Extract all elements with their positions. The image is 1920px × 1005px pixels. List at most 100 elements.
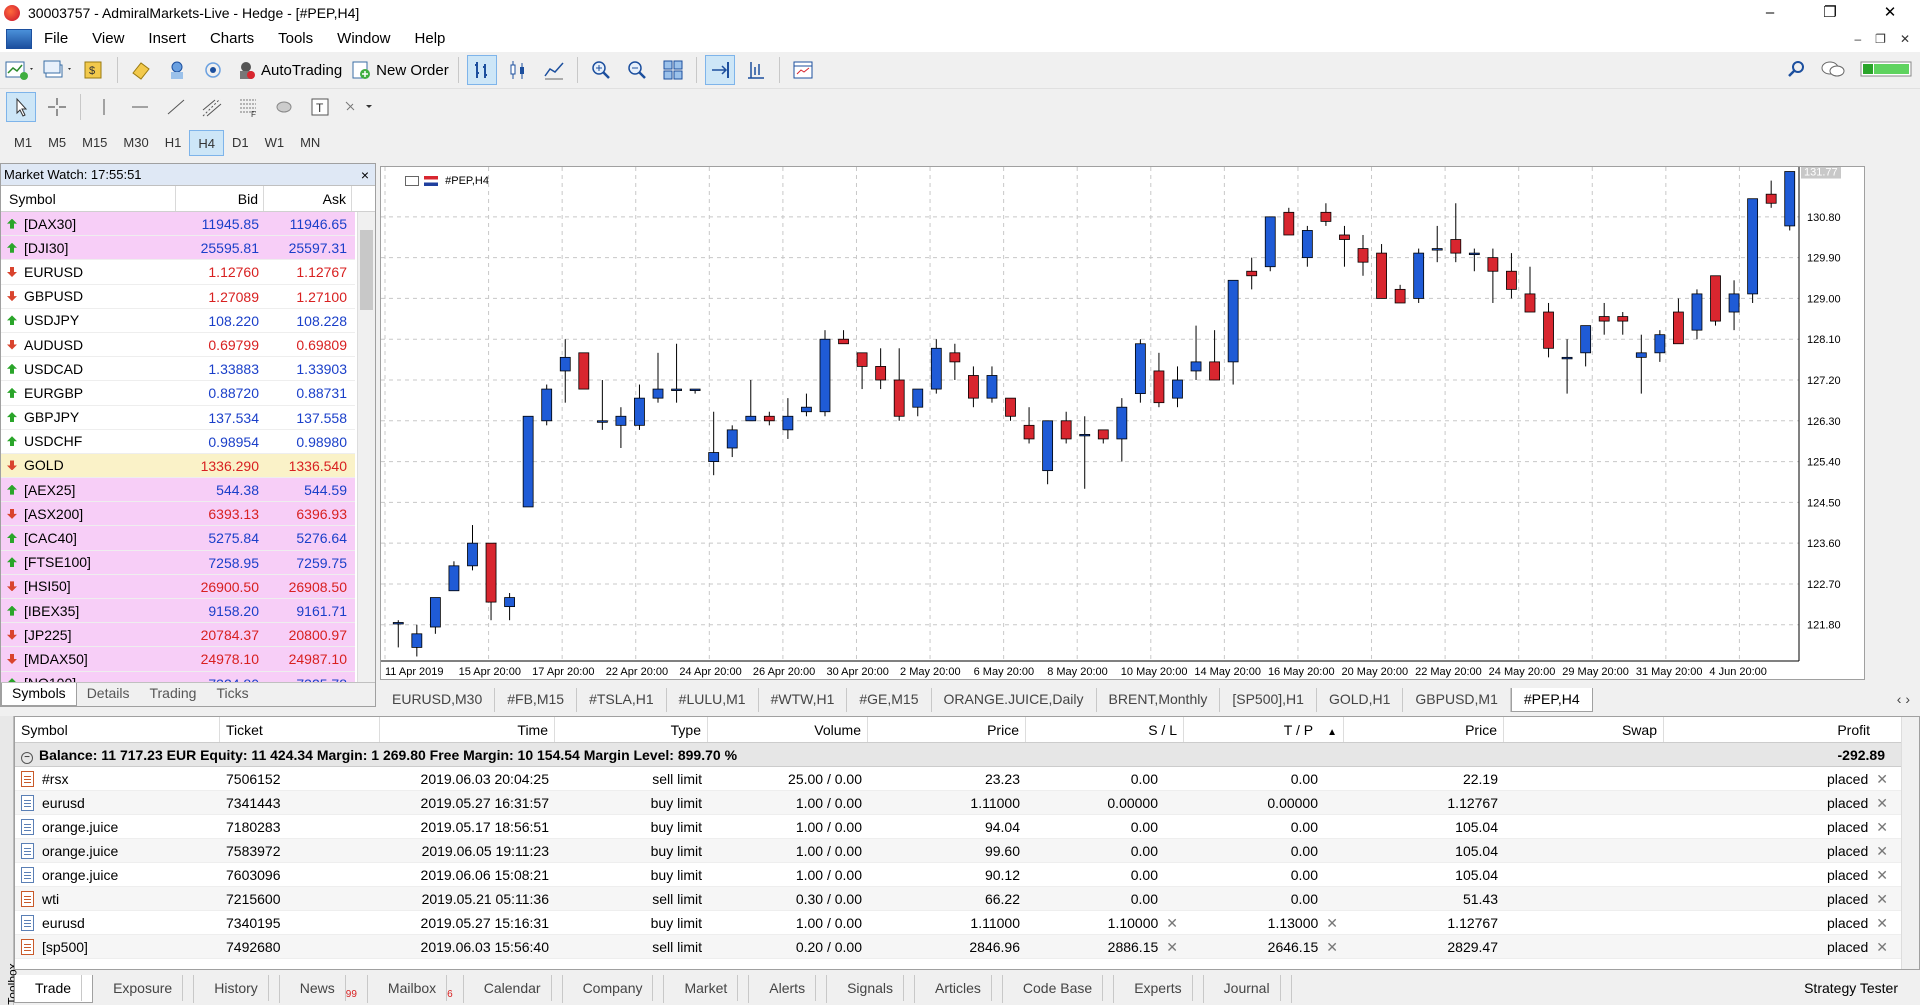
delete-order-icon[interactable]: ✕ xyxy=(1876,939,1888,955)
zoom-out-icon[interactable] xyxy=(622,55,652,85)
delete-order-icon[interactable]: ✕ xyxy=(1876,867,1888,883)
chart-window[interactable]: #PEP,H4 130.80 129.90 129.00 128.10 127.20 12… xyxy=(380,164,1865,680)
navigator-icon[interactable] xyxy=(162,55,192,85)
market-watch-row[interactable]: [HSI50] 26900.50 26908.50 xyxy=(1,574,355,599)
order-tp[interactable]: 2646.15 ✕ xyxy=(1184,935,1344,958)
market-watch-row[interactable]: [JP225] 20784.37 20800.97 xyxy=(1,623,355,648)
signals-icon[interactable] xyxy=(198,55,228,85)
menu-app-icon[interactable] xyxy=(6,29,32,49)
bar-chart-icon[interactable] xyxy=(466,55,497,85)
order-tp[interactable]: 0.00 xyxy=(1184,887,1344,910)
trendline-icon[interactable] xyxy=(161,92,191,122)
mdi-minimize-button[interactable]: – xyxy=(1854,32,1861,46)
terminal-scrollbar[interactable] xyxy=(1901,717,1919,969)
terminal-tab-trade[interactable]: Trade xyxy=(14,975,94,1003)
price-chart[interactable]: 130.80 129.90 129.00 128.10 127.20 126.30 125.… xyxy=(381,164,1864,679)
timeframe-m30[interactable]: M30 xyxy=(115,130,156,156)
market-watch-row[interactable]: GOLD 1336.290 1336.540 xyxy=(1,453,355,479)
order-sl[interactable]: 2886.15 ✕ xyxy=(1026,935,1184,958)
chart-tab[interactable]: [SP500],H1 xyxy=(1220,688,1317,712)
new-chart-button[interactable] xyxy=(3,55,35,85)
order-row[interactable]: orange.juice 7603096 2019.06.06 15:08:21… xyxy=(15,863,1919,887)
horizontal-line-icon[interactable] xyxy=(125,92,155,122)
order-tp[interactable]: 1.13000 ✕ xyxy=(1184,911,1344,934)
market-watch-row[interactable]: [IBEX35] 9158.20 9161.71 xyxy=(1,599,355,624)
search-icon[interactable] xyxy=(1786,59,1806,82)
order-sl[interactable]: 0.00 xyxy=(1026,887,1184,910)
fibonacci-icon[interactable]: F xyxy=(233,92,263,122)
equidistant-channel-icon[interactable] xyxy=(197,92,227,122)
terminal-tab-articles[interactable]: Articles xyxy=(915,975,1003,1003)
remove-tp-icon[interactable]: ✕ xyxy=(1326,915,1338,931)
terminal-tab-alerts[interactable]: Alerts xyxy=(749,975,828,1003)
line-chart-icon[interactable] xyxy=(539,55,569,85)
order-row[interactable]: #rsx 7506152 2019.06.03 20:04:25 sell li… xyxy=(15,767,1919,791)
header-ask[interactable]: Ask xyxy=(264,186,352,211)
chart-tab[interactable]: #GE,M15 xyxy=(847,688,932,712)
market-watch-row[interactable]: USDJPY 108.220 108.228 xyxy=(1,309,355,333)
menu-window[interactable]: Window xyxy=(325,26,402,52)
market-watch-close-button[interactable]: × xyxy=(361,164,369,186)
timeframe-h1[interactable]: H1 xyxy=(157,130,190,156)
terminal-tab-exposure[interactable]: Exposure xyxy=(93,975,195,1003)
terminal-tab-company[interactable]: Company xyxy=(563,975,665,1003)
market-watch-row[interactable]: USDCAD 1.33883 1.33903 xyxy=(1,357,355,382)
chart-tab[interactable]: GOLD,H1 xyxy=(1317,688,1404,712)
remove-tp-icon[interactable]: ✕ xyxy=(1326,939,1338,955)
chart-tab[interactable]: #TSLA,H1 xyxy=(577,688,667,712)
market-watch-row[interactable]: GBPUSD 1.27089 1.27100 xyxy=(1,285,355,309)
remove-sl-icon[interactable]: ✕ xyxy=(1166,939,1178,955)
timeframe-w1[interactable]: W1 xyxy=(257,130,293,156)
col-type[interactable]: Type xyxy=(555,717,708,742)
market-watch-row[interactable]: [MDAX50] 24978.10 24987.10 xyxy=(1,647,355,672)
order-row[interactable]: eurusd 7340195 2019.05.27 15:16:31 buy l… xyxy=(15,911,1919,935)
chart-tab[interactable]: ORANGE.JUICE,Daily xyxy=(932,688,1097,712)
market-watch-toggle-icon[interactable]: $ xyxy=(79,55,109,85)
chat-icon[interactable] xyxy=(1820,59,1846,82)
order-sl[interactable]: 0.00 xyxy=(1026,767,1184,790)
delete-order-icon[interactable]: ✕ xyxy=(1876,795,1888,811)
delete-order-icon[interactable]: ✕ xyxy=(1876,891,1888,907)
toolbox-sidebar[interactable]: Toolbox xyxy=(0,716,20,1005)
tab-details[interactable]: Details xyxy=(77,683,140,706)
terminal-tab-experts[interactable]: Experts xyxy=(1114,975,1204,1003)
terminal-tab-mailbox[interactable]: Mailbox 6 xyxy=(368,975,464,1003)
shapes-icon[interactable] xyxy=(269,92,299,122)
scrollbar-thumb[interactable] xyxy=(360,230,373,310)
strategy-tester-button[interactable]: Strategy Tester xyxy=(1794,975,1920,1003)
delete-order-icon[interactable]: ✕ xyxy=(1876,819,1888,835)
timeframe-m1[interactable]: M1 xyxy=(6,130,40,156)
order-sl[interactable]: 0.00 xyxy=(1026,839,1184,862)
col-sl[interactable]: S / L xyxy=(1026,717,1184,742)
chart-tab[interactable]: GBPUSD,M1 xyxy=(1403,688,1511,712)
terminal-tab-calendar[interactable]: Calendar xyxy=(464,975,563,1003)
timeframe-m15[interactable]: M15 xyxy=(74,130,115,156)
col-volume[interactable]: Volume xyxy=(708,717,868,742)
order-sl[interactable]: 0.00 xyxy=(1026,815,1184,838)
zoom-in-icon[interactable] xyxy=(586,55,616,85)
market-watch-row[interactable]: EURGBP 0.88720 0.88731 xyxy=(1,381,355,406)
order-tp[interactable]: 0.00 xyxy=(1184,767,1344,790)
market-watch-row[interactable]: [CAC40] 5275.84 5276.64 xyxy=(1,526,355,551)
crosshair-icon[interactable] xyxy=(42,92,72,122)
header-bid[interactable]: Bid xyxy=(176,186,264,211)
order-row[interactable]: eurusd 7341443 2019.05.27 16:31:57 buy l… xyxy=(15,791,1919,815)
market-watch-row[interactable]: [DAX30] 11945.85 11946.65 xyxy=(1,212,355,237)
restore-button[interactable]: ❐ xyxy=(1800,0,1860,26)
order-sl[interactable]: 1.10000 ✕ xyxy=(1026,911,1184,934)
delete-order-icon[interactable]: ✕ xyxy=(1876,843,1888,859)
market-watch-row[interactable]: [AEX25] 544.38 544.59 xyxy=(1,478,355,503)
delete-order-icon[interactable]: ✕ xyxy=(1876,915,1888,931)
chart-tab[interactable]: BRENT,Monthly xyxy=(1097,688,1221,712)
minimize-button[interactable]: – xyxy=(1740,0,1800,26)
order-row[interactable]: orange.juice 7583972 2019.06.05 19:11:23… xyxy=(15,839,1919,863)
timeframe-d1[interactable]: D1 xyxy=(224,130,257,156)
terminal-tab-market[interactable]: Market xyxy=(664,975,750,1003)
col-current-price[interactable]: Price xyxy=(1344,717,1504,742)
market-watch-row[interactable]: AUDUSD 0.69799 0.69809 xyxy=(1,333,355,358)
terminal-tab-history[interactable]: History xyxy=(194,975,280,1003)
col-swap[interactable]: Swap xyxy=(1504,717,1664,742)
collapse-icon[interactable]: − xyxy=(21,752,33,764)
market-watch-row[interactable]: GBPJPY 137.534 137.558 xyxy=(1,406,355,430)
chart-tab[interactable]: EURUSD,M30 xyxy=(380,688,496,712)
